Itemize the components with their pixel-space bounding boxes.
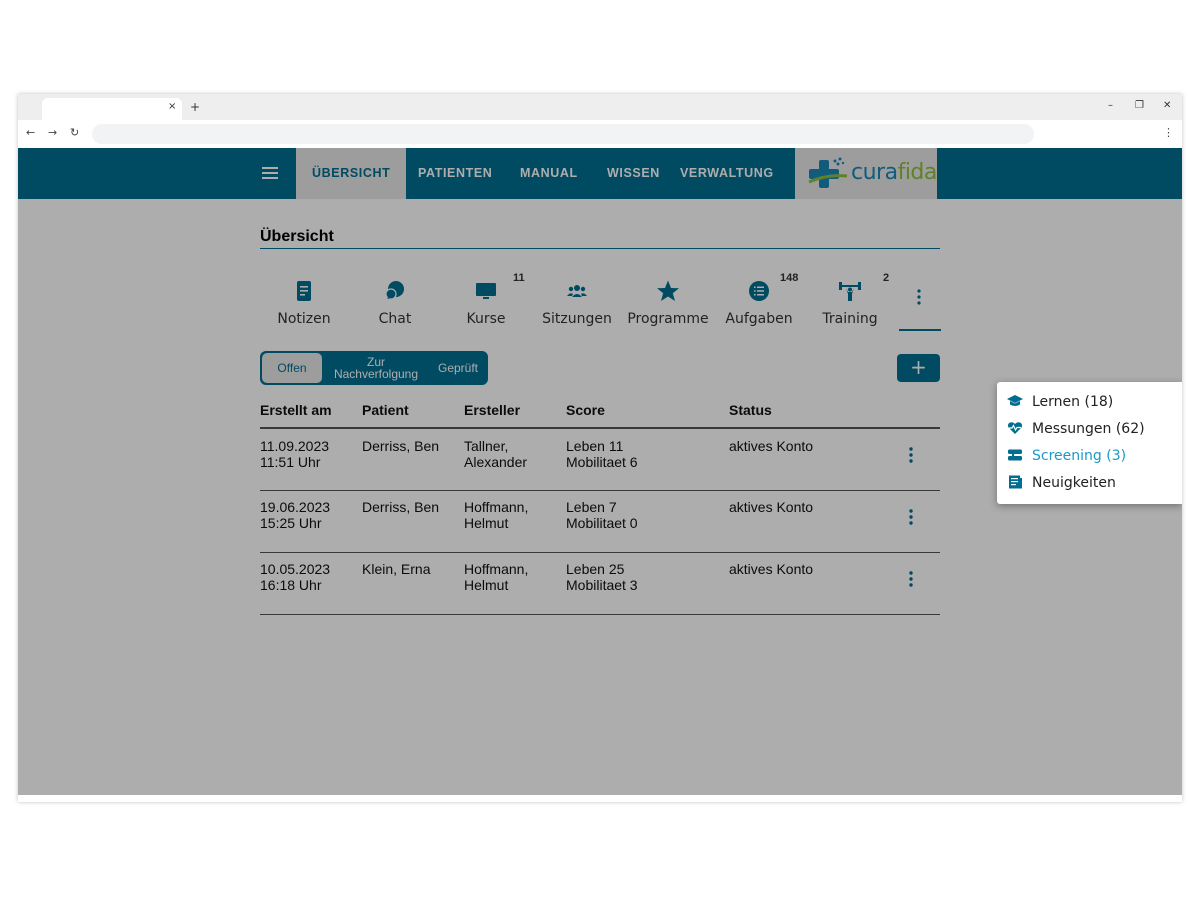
new-tab-icon[interactable]: + xyxy=(190,100,200,114)
window-close-icon[interactable]: ✕ xyxy=(1163,100,1171,111)
restore-icon[interactable]: ❐ xyxy=(1135,100,1144,111)
heart-pulse-icon xyxy=(1008,422,1022,434)
menu-item-neuigkeiten[interactable]: Neuigkeiten xyxy=(997,469,1182,496)
graduation-cap-icon xyxy=(1007,395,1023,406)
browser-tab[interactable] xyxy=(42,98,182,120)
menu-item-lernen[interactable]: Lernen (18) xyxy=(997,388,1182,415)
browser-window: × + – ❐ ✕ ← → ↻ ⋮ ÜBERSICHT PATIENTEN MA… xyxy=(18,94,1182,802)
back-icon[interactable]: ← xyxy=(26,126,35,139)
screening-icon xyxy=(1008,449,1022,461)
more-menu-dropdown: Lernen (18) Messungen (62) Screening (3) xyxy=(997,382,1182,504)
news-icon xyxy=(1009,475,1022,489)
browser-menu-icon[interactable]: ⋮ xyxy=(1163,126,1174,139)
reload-icon[interactable]: ↻ xyxy=(70,126,79,139)
minimize-icon[interactable]: – xyxy=(1108,100,1113,111)
menu-item-messungen[interactable]: Messungen (62) xyxy=(997,415,1182,442)
browser-toolbar: ← → ↻ ⋮ xyxy=(18,120,1182,148)
forward-icon[interactable]: → xyxy=(48,126,57,139)
address-bar[interactable] xyxy=(92,124,1034,144)
app-viewport: ÜBERSICHT PATIENTEN MANUAL WISSEN VERWAL… xyxy=(18,148,1182,795)
tab-close-icon[interactable]: × xyxy=(168,101,176,112)
menu-item-screening[interactable]: Screening (3) xyxy=(997,442,1182,469)
tab-strip: × + – ❐ ✕ xyxy=(18,94,1182,120)
